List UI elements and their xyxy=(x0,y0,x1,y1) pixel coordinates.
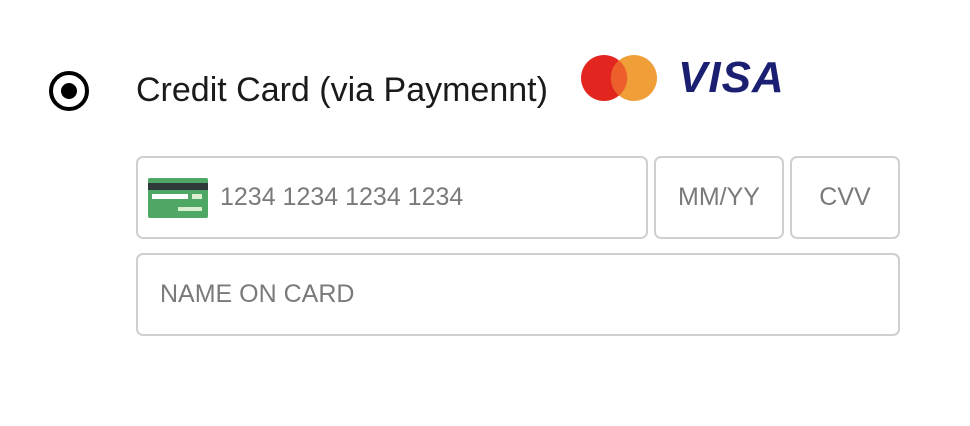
name-on-card-input[interactable] xyxy=(160,255,898,334)
cvv-input[interactable] xyxy=(792,158,898,237)
credit-card-icon xyxy=(148,177,208,218)
mastercard-logo xyxy=(581,55,657,101)
credit-card-radio[interactable] xyxy=(49,71,89,111)
card-number-field[interactable] xyxy=(136,156,648,239)
expiry-field[interactable] xyxy=(654,156,784,239)
visa-logo: VISA xyxy=(678,53,785,102)
card-number-input[interactable] xyxy=(220,158,646,237)
radio-selected-dot xyxy=(61,83,77,99)
expiry-input[interactable] xyxy=(656,158,782,237)
name-on-card-field[interactable] xyxy=(136,253,900,336)
payment-method-panel: Credit Card (via Paymennt) VISA xyxy=(0,0,970,426)
payment-method-label[interactable]: Credit Card (via Paymennt) xyxy=(136,68,548,112)
cvv-field[interactable] xyxy=(790,156,900,239)
